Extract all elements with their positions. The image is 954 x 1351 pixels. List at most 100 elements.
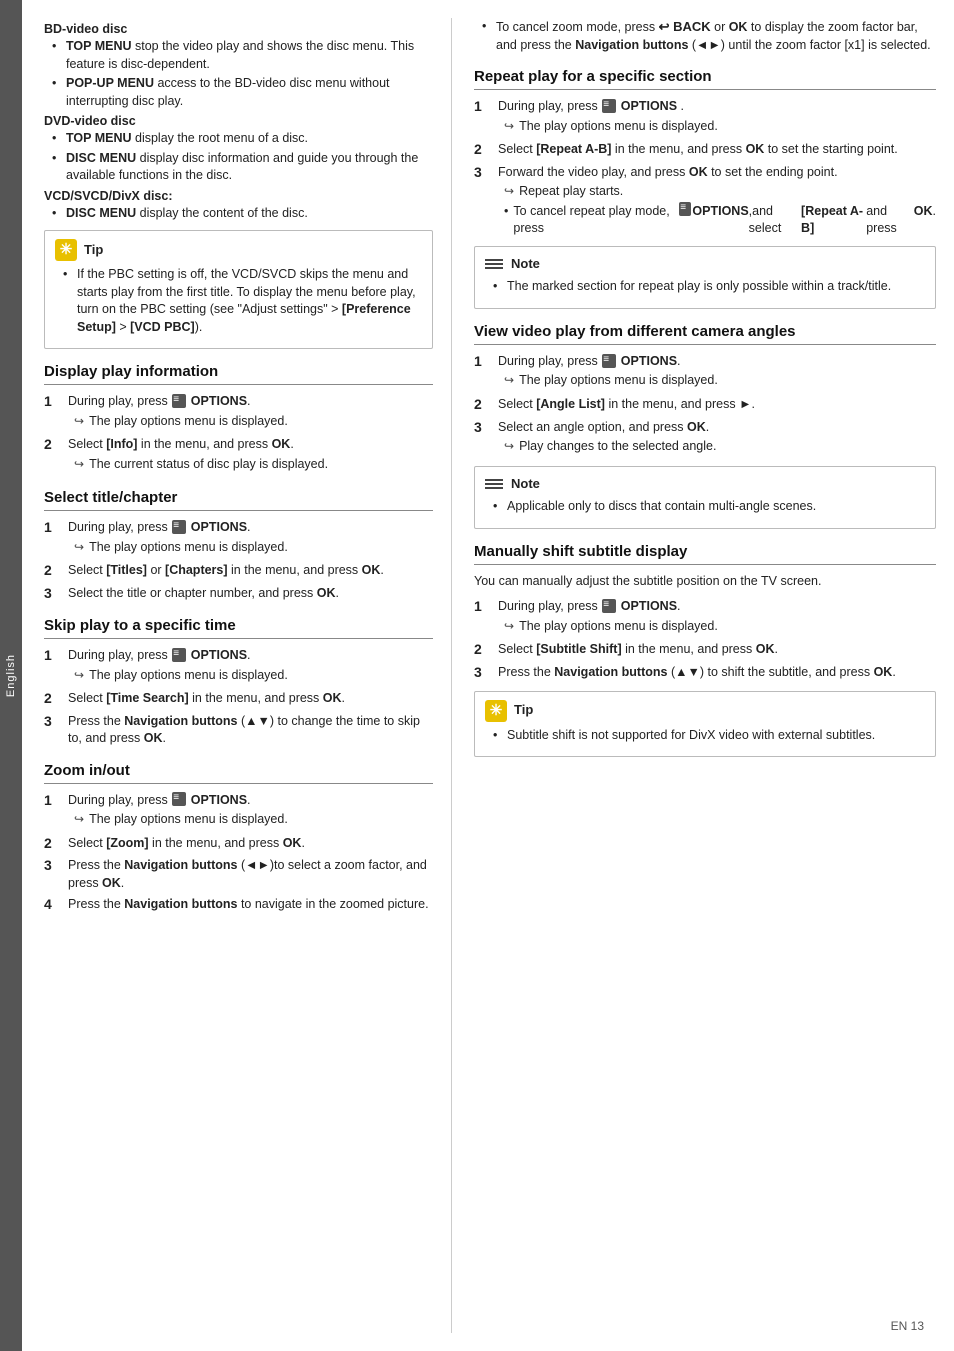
step-content: During play, press OPTIONS. ↪The play op… — [68, 792, 433, 831]
note-box-camera-angles: Note Applicable only to discs that conta… — [474, 466, 936, 529]
skip-play-time-title: Skip play to a specific time — [44, 617, 433, 639]
note-header: Note — [485, 475, 925, 494]
step-content: Select the title or chapter number, and … — [68, 585, 433, 603]
left-column: BD-video disc TOP MENU stop the video pl… — [22, 18, 452, 1333]
list-item: DISC MENU display disc information and g… — [52, 150, 433, 185]
view-video-camera-steps: 1 During play, press OPTIONS. ↪The play … — [474, 353, 936, 458]
step-item: 3 Press the Navigation buttons (▲▼) to c… — [44, 713, 433, 748]
step-content: Select [Time Search] in the menu, and pr… — [68, 690, 433, 708]
step-item: 2 Select [Subtitle Shift] in the menu, a… — [474, 641, 936, 660]
step-item: 1 During play, press OPTIONS. ↪The play … — [474, 598, 936, 637]
step-item: 1 During play, press OPTIONS. ↪The play … — [44, 647, 433, 686]
arrow-text: The play options menu is displayed. — [89, 811, 288, 829]
step-content: During play, press OPTIONS. ↪The play op… — [498, 353, 936, 392]
tip-header: ✳ Tip — [485, 700, 925, 722]
note-box-repeat-play: Note The marked section for repeat play … — [474, 246, 936, 309]
arrow-text: The play options menu is displayed. — [89, 539, 288, 557]
repeat-play-section-title: Repeat play for a specific section — [474, 68, 936, 90]
step-content: Select [Repeat A-B] in the menu, and pre… — [498, 141, 936, 159]
step-number: 3 — [474, 663, 492, 683]
arrow-item: ↪The play options menu is displayed. — [498, 118, 936, 136]
step-content: Forward the video play, and press OK to … — [498, 164, 936, 238]
step-content: Press the Navigation buttons (◄►)to sele… — [68, 857, 433, 892]
step-content: Select [Zoom] in the menu, and press OK. — [68, 835, 433, 853]
tip-content-list: If the PBC setting is off, the VCD/SVCD … — [55, 266, 422, 336]
arrow-text: Repeat play starts. — [519, 183, 623, 201]
list-item: POP-UP MENU access to the BD-video disc … — [52, 75, 433, 110]
step-item: 2 Select [Info] in the menu, and press O… — [44, 436, 433, 475]
step-item: 3 Select an angle option, and press OK. … — [474, 419, 936, 458]
step-item: 2 Select [Titles] or [Chapters] in the m… — [44, 562, 433, 581]
tip-box-vcd: ✳ Tip If the PBC setting is off, the VCD… — [44, 230, 433, 349]
arrow-item: ↪The play options menu is displayed. — [68, 539, 433, 557]
list-item: To cancel zoom mode, press ↩ BACK or OK … — [482, 18, 936, 54]
dvd-video-disc-list: TOP MENU display the root menu of a disc… — [44, 130, 433, 185]
arrow-text: The play options menu is displayed. — [519, 372, 718, 390]
manually-shift-steps: 1 During play, press OPTIONS. ↪The play … — [474, 598, 936, 682]
vcd-disc-list: DISC MENU display the content of the dis… — [44, 205, 433, 223]
note-icon-lines — [485, 259, 503, 269]
tip-icon: ✳ — [55, 239, 77, 261]
step-item: 3 Select the title or chapter number, an… — [44, 585, 433, 604]
repeat-play-steps: 1 During play, press OPTIONS . ↪The play… — [474, 98, 936, 238]
tip-label: Tip — [84, 241, 103, 260]
step-content: During play, press OPTIONS. ↪The play op… — [68, 647, 433, 686]
step-number: 1 — [474, 352, 492, 372]
display-play-info-steps: 1 During play, press OPTIONS. ↪The play … — [44, 393, 433, 475]
manually-shift-intro: You can manually adjust the subtitle pos… — [474, 573, 936, 591]
step-number: 3 — [44, 584, 62, 604]
options-icon — [602, 599, 616, 613]
tip-label: Tip — [514, 701, 533, 720]
note-icon-lines — [485, 479, 503, 489]
note-label: Note — [511, 255, 540, 274]
step-number: 2 — [474, 640, 492, 660]
arrow-item: ↪The current status of disc play is disp… — [68, 456, 433, 474]
page-number: EN 13 — [891, 1319, 924, 1333]
zoom-inout-title: Zoom in/out — [44, 762, 433, 784]
sidebar-language-label: English — [5, 654, 17, 697]
options-icon — [172, 792, 186, 806]
step-number: 1 — [44, 518, 62, 538]
step-number: 2 — [44, 689, 62, 709]
arrow-item: ↪The play options menu is displayed. — [68, 413, 433, 431]
step-number: 2 — [474, 140, 492, 160]
arrow-text: The current status of disc play is displ… — [89, 456, 328, 474]
step-content: During play, press OPTIONS. ↪The play op… — [68, 393, 433, 432]
step-item: 3 Press the Navigation buttons (◄►)to se… — [44, 857, 433, 892]
step-item: 3 Forward the video play, and press OK t… — [474, 164, 936, 238]
tip-header: ✳ Tip — [55, 239, 422, 261]
arrow-text: Play changes to the selected angle. — [519, 438, 716, 456]
tip-content-list: Subtitle shift is not supported for DivX… — [485, 727, 925, 745]
step-content: During play, press OPTIONS . ↪The play o… — [498, 98, 936, 137]
step-content: Select [Titles] or [Chapters] in the men… — [68, 562, 433, 580]
bd-video-disc-section: BD-video disc TOP MENU stop the video pl… — [44, 22, 433, 110]
sub-bullet: To cancel repeat play mode, press OPTION… — [498, 203, 936, 238]
options-icon — [679, 202, 691, 216]
note-header: Note — [485, 255, 925, 274]
arrow-text: The play options menu is displayed. — [89, 413, 288, 431]
step-item: 2 Select [Angle List] in the menu, and p… — [474, 396, 936, 415]
step-number: 1 — [474, 597, 492, 617]
dvd-video-disc-section: DVD-video disc TOP MENU display the root… — [44, 114, 433, 185]
page-container: English BD-video disc TOP MENU stop the … — [0, 0, 954, 1351]
dvd-video-disc-heading: DVD-video disc — [44, 114, 433, 128]
select-title-chapter-title: Select title/chapter — [44, 489, 433, 511]
step-item: 3 Press the Navigation buttons (▲▼) to s… — [474, 664, 936, 683]
step-number: 2 — [44, 561, 62, 581]
arrow-item: ↪The play options menu is displayed. — [498, 372, 936, 390]
note-content-list: Applicable only to discs that contain mu… — [485, 498, 925, 516]
step-item: 1 During play, press OPTIONS. ↪The play … — [44, 792, 433, 831]
list-item: DISC MENU display the content of the dis… — [52, 205, 433, 223]
bd-video-disc-heading: BD-video disc — [44, 22, 433, 36]
display-play-info-title: Display play information — [44, 363, 433, 385]
arrow-item: ↪Play changes to the selected angle. — [498, 438, 936, 456]
note-label: Note — [511, 475, 540, 494]
arrow-text: The play options menu is displayed. — [89, 667, 288, 685]
step-item: 1 During play, press OPTIONS . ↪The play… — [474, 98, 936, 137]
step-number: 1 — [44, 392, 62, 412]
list-item: If the PBC setting is off, the VCD/SVCD … — [63, 266, 422, 336]
step-item: 2 Select [Repeat A-B] in the menu, and p… — [474, 141, 936, 160]
step-item: 4 Press the Navigation buttons to naviga… — [44, 896, 433, 915]
list-item: Subtitle shift is not supported for DivX… — [493, 727, 925, 745]
skip-play-time-steps: 1 During play, press OPTIONS. ↪The play … — [44, 647, 433, 748]
